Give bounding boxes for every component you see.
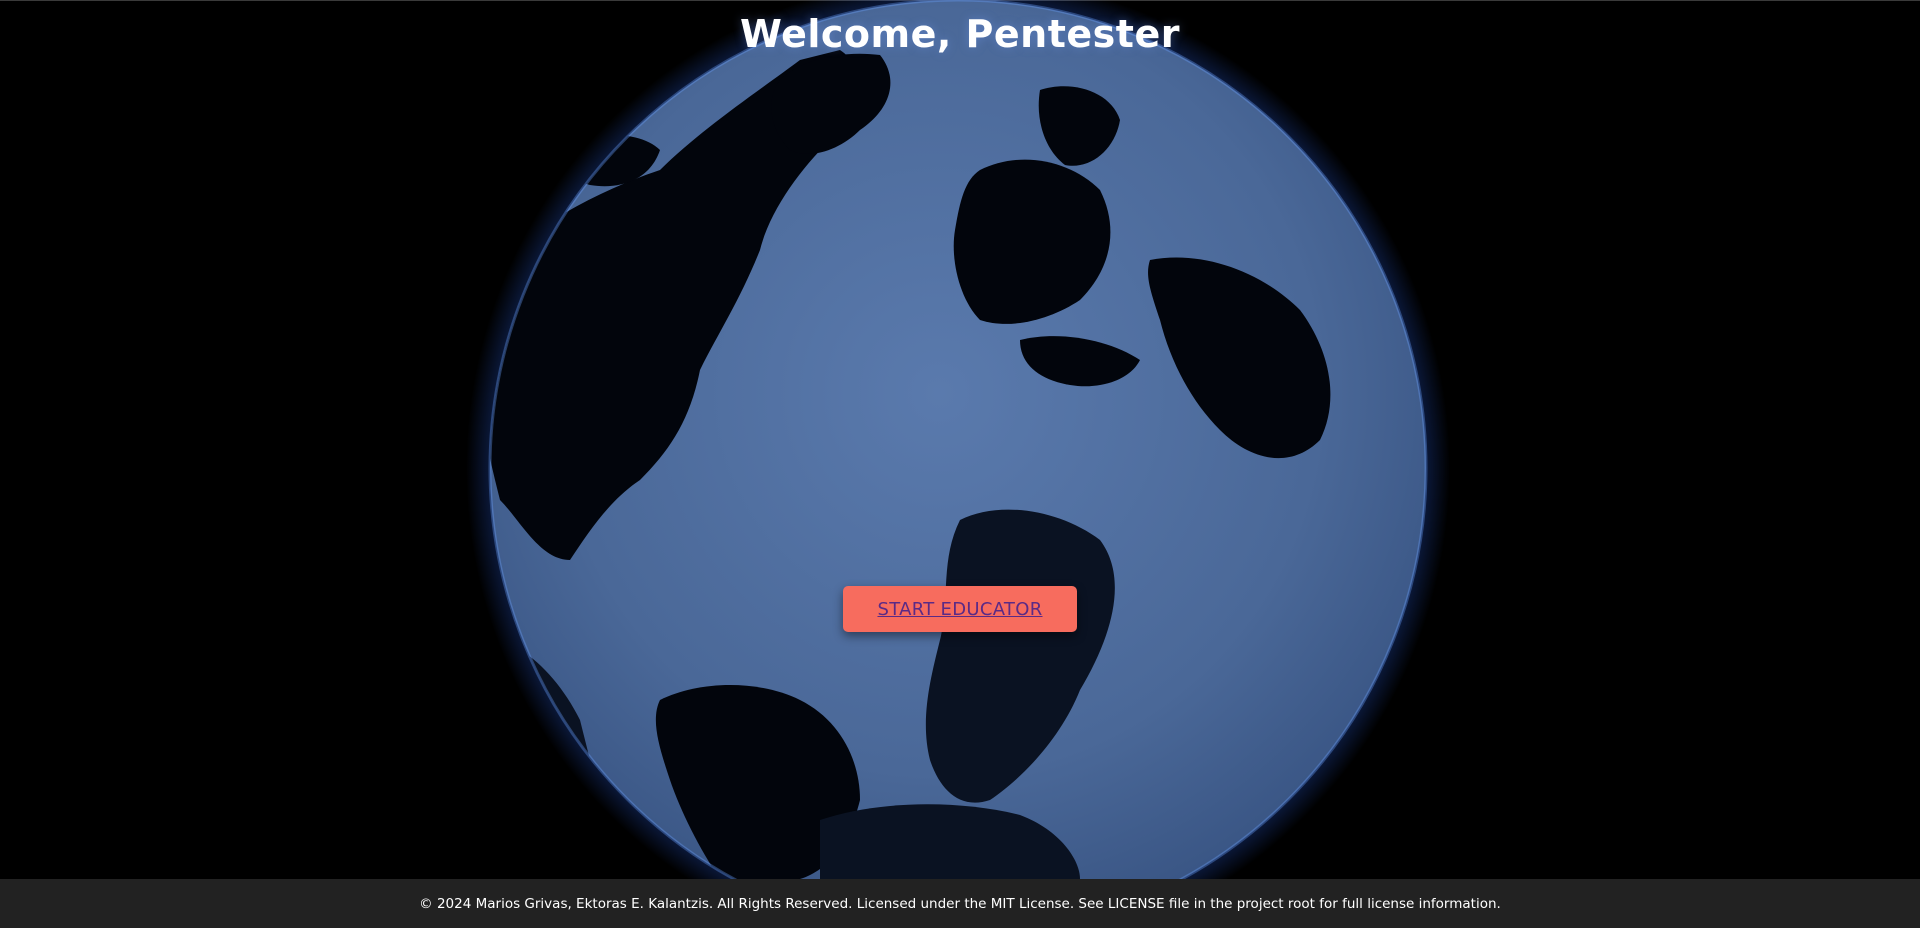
start-educator-label: START EDUCATOR [877, 598, 1043, 620]
earth-globe-icon [466, 0, 1450, 879]
globe-background [0, 0, 1920, 879]
page-title: Welcome, Pentester [740, 12, 1180, 56]
start-educator-button[interactable]: START EDUCATOR [843, 586, 1077, 632]
page: Welcome, Pentester START EDUCATOR © 2024… [0, 0, 1920, 928]
footer: © 2024 Marios Grivas, Ektoras E. Kalantz… [0, 879, 1920, 928]
footer-copyright: © 2024 Marios Grivas, Ektoras E. Kalantz… [419, 895, 1501, 912]
